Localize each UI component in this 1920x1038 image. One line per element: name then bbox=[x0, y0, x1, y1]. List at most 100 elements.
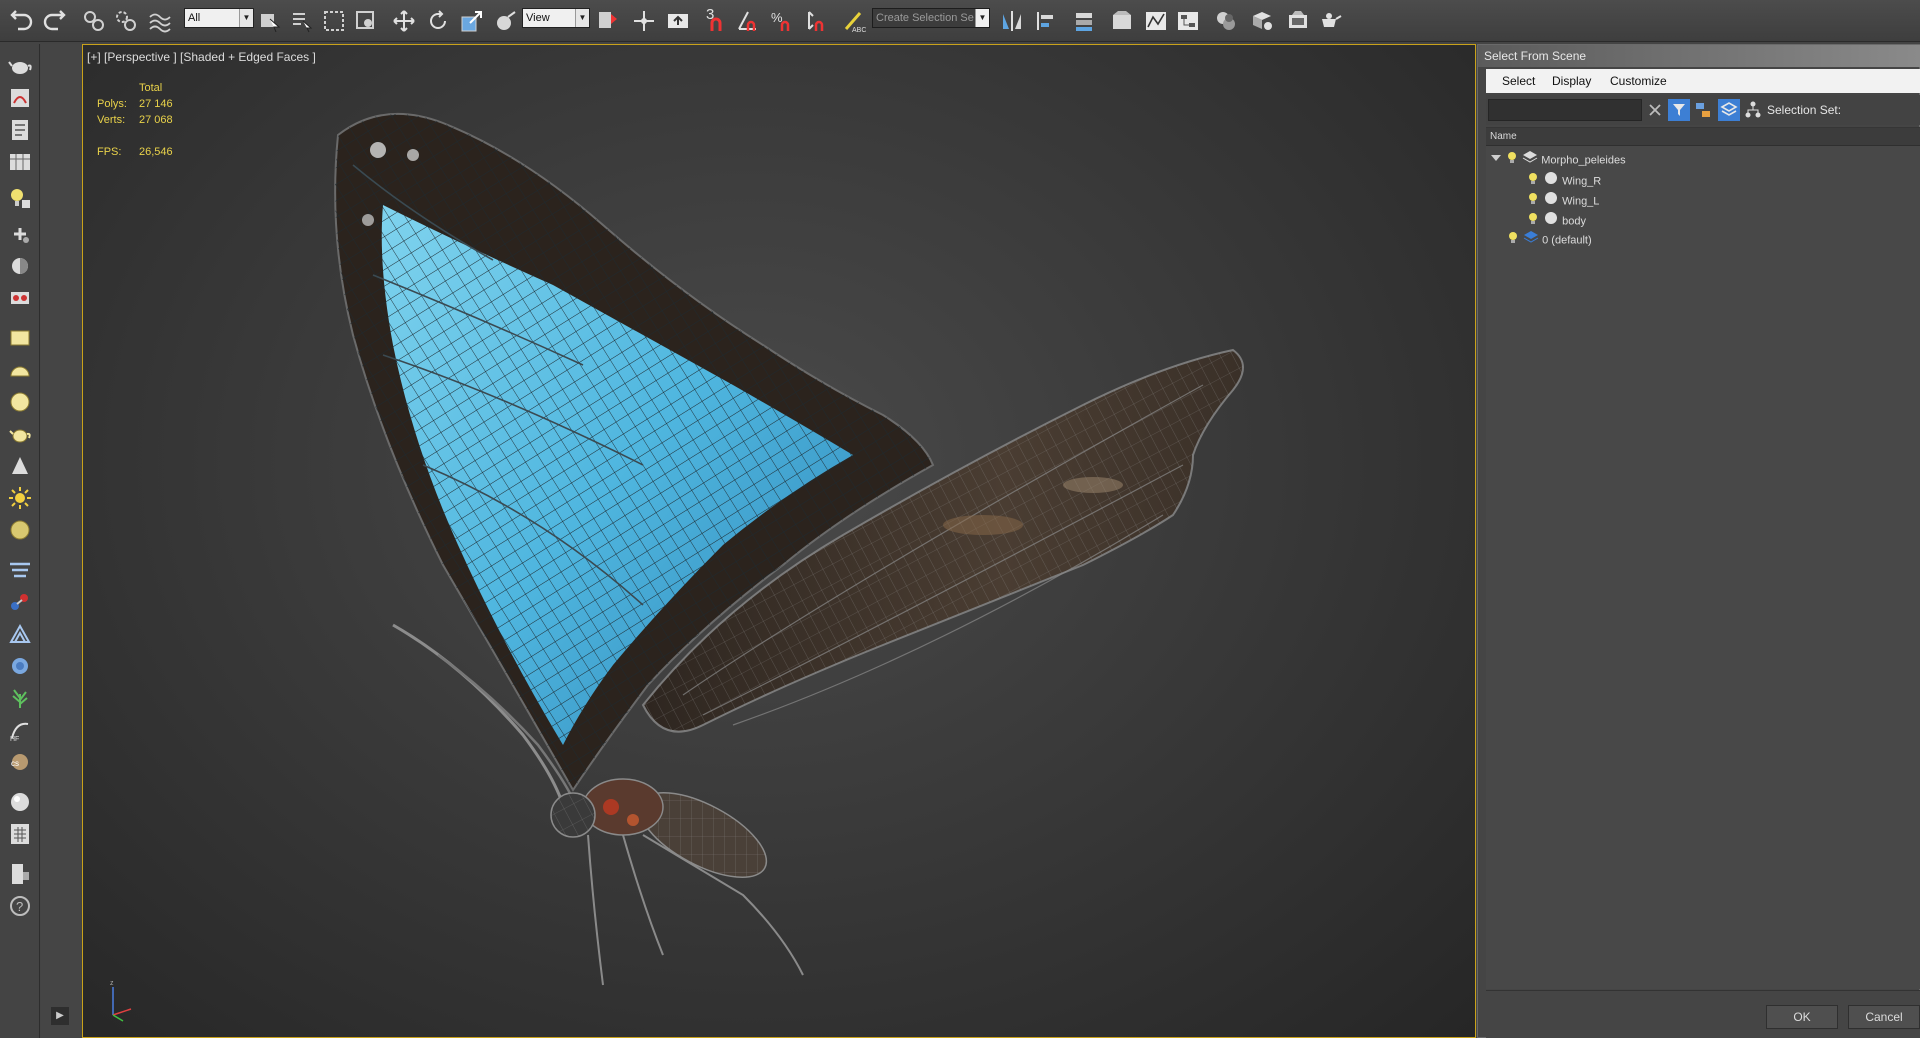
column-header-name[interactable]: Name bbox=[1486, 128, 1920, 146]
mirror-icon[interactable] bbox=[1000, 9, 1024, 33]
scene-object-list: Name Morpho_peleides Wing_R Wing_L body … bbox=[1486, 127, 1920, 989]
layer-icon bbox=[1523, 230, 1539, 251]
unlink-selection-icon[interactable] bbox=[114, 9, 138, 33]
edit-named-selection-sets-icon[interactable]: ABC bbox=[842, 9, 866, 33]
display-children-icon[interactable] bbox=[1692, 99, 1714, 121]
foliage-icon[interactable] bbox=[8, 686, 32, 710]
help-icon[interactable]: ? bbox=[8, 894, 32, 918]
cloth-icon[interactable]: cs bbox=[8, 750, 32, 774]
motion-panel-icon[interactable] bbox=[8, 150, 32, 174]
render-production-icon[interactable] bbox=[1320, 9, 1344, 33]
stats-verts-label: Verts: bbox=[97, 114, 126, 126]
expand-arrow-icon[interactable]: ▶ bbox=[51, 1007, 69, 1025]
3dsmax-window: All ▼ View ▼ 3 % ABC Create Selection Se ▼ bbox=[0, 0, 1920, 1038]
hair-fur-icon[interactable]: HF bbox=[8, 718, 32, 742]
select-and-link-icon[interactable] bbox=[82, 9, 106, 33]
select-by-name-icon[interactable] bbox=[290, 9, 314, 33]
tree-row-morpho-peleides[interactable]: Morpho_peleides bbox=[1490, 150, 1626, 170]
cancel-button[interactable]: Cancel bbox=[1848, 1005, 1920, 1029]
stats-polys-label: Polys: bbox=[97, 98, 127, 110]
sort-by-layer-icon[interactable] bbox=[1718, 99, 1740, 121]
percent-snap-toggle-icon[interactable]: % bbox=[770, 9, 794, 33]
box-primitive-icon[interactable] bbox=[8, 326, 32, 350]
geosphere-icon[interactable] bbox=[8, 518, 32, 542]
dynamics-icon[interactable] bbox=[8, 654, 32, 678]
dialog-title-bar[interactable]: Select From Scene bbox=[1478, 45, 1920, 67]
light-bulb-icon[interactable] bbox=[1526, 171, 1540, 192]
tree-label-morpho-peleides: Morpho_peleides bbox=[1541, 154, 1626, 167]
use-pivot-point-icon[interactable] bbox=[596, 9, 620, 33]
rendered-frame-window-icon[interactable] bbox=[1286, 9, 1310, 33]
clear-search-icon[interactable] bbox=[1644, 99, 1666, 121]
bind-to-space-warp-icon[interactable] bbox=[148, 9, 172, 33]
light-bulb-icon[interactable] bbox=[1526, 211, 1540, 232]
sphere-primitive-icon[interactable] bbox=[8, 390, 32, 414]
select-and-move-icon[interactable] bbox=[392, 9, 416, 33]
menu-customize[interactable]: Customize bbox=[1610, 74, 1667, 88]
keyboard-shortcut-override-icon[interactable] bbox=[666, 9, 690, 33]
named-selection-set-dropdown[interactable]: Create Selection Se ▼ bbox=[872, 8, 990, 28]
modify-panel-icon[interactable] bbox=[8, 86, 32, 110]
create-helpers-icon[interactable] bbox=[8, 222, 32, 246]
toggle-scene-explorer-icon[interactable] bbox=[1072, 9, 1096, 33]
select-and-manipulate-icon[interactable] bbox=[632, 9, 656, 33]
sort-by-hierarchy-icon[interactable] bbox=[1742, 99, 1764, 121]
space-warps-icon[interactable] bbox=[8, 558, 32, 582]
light-bulb-icon[interactable] bbox=[1505, 150, 1519, 171]
undo-icon[interactable] bbox=[10, 9, 34, 33]
create-teapot-icon[interactable] bbox=[8, 54, 32, 78]
schematic-view-icon[interactable] bbox=[1176, 9, 1200, 33]
tree-row-wing-l[interactable]: Wing_L bbox=[1526, 190, 1599, 210]
reference-coordinate-dropdown[interactable]: View ▼ bbox=[522, 8, 590, 28]
teapot-primitive-icon[interactable] bbox=[8, 422, 32, 446]
hemisphere-primitive-icon[interactable] bbox=[8, 358, 32, 382]
select-and-place-icon[interactable] bbox=[494, 9, 518, 33]
align-icon[interactable] bbox=[1034, 9, 1058, 33]
angle-snap-toggle-icon[interactable] bbox=[736, 9, 760, 33]
selection-filter-dropdown[interactable]: All ▼ bbox=[184, 8, 254, 28]
create-systems-icon[interactable] bbox=[8, 286, 32, 310]
ok-button[interactable]: OK bbox=[1766, 1005, 1838, 1029]
create-lights-icon[interactable] bbox=[8, 186, 32, 210]
menu-select[interactable]: Select bbox=[1502, 74, 1535, 88]
sun-light-icon[interactable] bbox=[8, 486, 32, 510]
sphere-render-icon[interactable] bbox=[8, 790, 32, 814]
compound-objects-icon[interactable] bbox=[8, 622, 32, 646]
group-layer-icon bbox=[1522, 150, 1538, 171]
cone-primitive-icon[interactable] bbox=[8, 454, 32, 478]
toggle-layer-explorer-icon[interactable] bbox=[1110, 9, 1134, 33]
spinner-snap-toggle-icon[interactable] bbox=[804, 9, 828, 33]
snaps-toggle-icon[interactable]: 3 bbox=[704, 6, 728, 33]
svg-text:HF: HF bbox=[10, 736, 19, 742]
menu-display[interactable]: Display bbox=[1552, 74, 1591, 88]
search-input[interactable] bbox=[1488, 99, 1642, 121]
command-panel-gutter bbox=[41, 44, 81, 1038]
viewport-label[interactable]: [+] [Perspective ] [Shaded + Edged Faces… bbox=[87, 50, 316, 64]
calculator-icon[interactable] bbox=[8, 822, 32, 846]
filter-toggle-icon[interactable] bbox=[1668, 99, 1690, 121]
particles-icon[interactable] bbox=[8, 590, 32, 614]
redo-icon[interactable] bbox=[42, 9, 66, 33]
tree-row-body[interactable]: body bbox=[1526, 210, 1586, 230]
rectangular-selection-region-icon[interactable] bbox=[322, 9, 346, 33]
perspective-viewport[interactable]: [+] [Perspective ] [Shaded + Edged Faces… bbox=[82, 44, 1476, 1038]
curve-editor-icon[interactable] bbox=[1144, 9, 1168, 33]
tree-row-wing-r[interactable]: Wing_R bbox=[1526, 170, 1601, 190]
select-object-icon[interactable] bbox=[258, 9, 282, 33]
expand-triangle-icon[interactable] bbox=[1490, 151, 1502, 171]
utilities-icon[interactable] bbox=[8, 862, 32, 886]
window-crossing-icon[interactable] bbox=[354, 9, 378, 33]
light-bulb-icon[interactable] bbox=[1506, 230, 1520, 251]
create-cameras-icon[interactable] bbox=[8, 254, 32, 278]
stats-polys-value: 27 146 bbox=[139, 98, 173, 110]
select-and-rotate-icon[interactable] bbox=[426, 9, 450, 33]
tree-row-default-layer[interactable]: 0 (default) bbox=[1506, 230, 1592, 250]
svg-text:z: z bbox=[110, 980, 114, 987]
select-and-scale-icon[interactable] bbox=[460, 9, 484, 33]
material-editor-icon[interactable] bbox=[1214, 9, 1238, 33]
render-setup-icon[interactable] bbox=[1250, 9, 1274, 33]
light-bulb-icon[interactable] bbox=[1526, 191, 1540, 212]
stats-fps-label: FPS: bbox=[97, 146, 122, 158]
butterfly-model-render bbox=[334, 112, 1244, 986]
hierarchy-panel-icon[interactable] bbox=[8, 118, 32, 142]
